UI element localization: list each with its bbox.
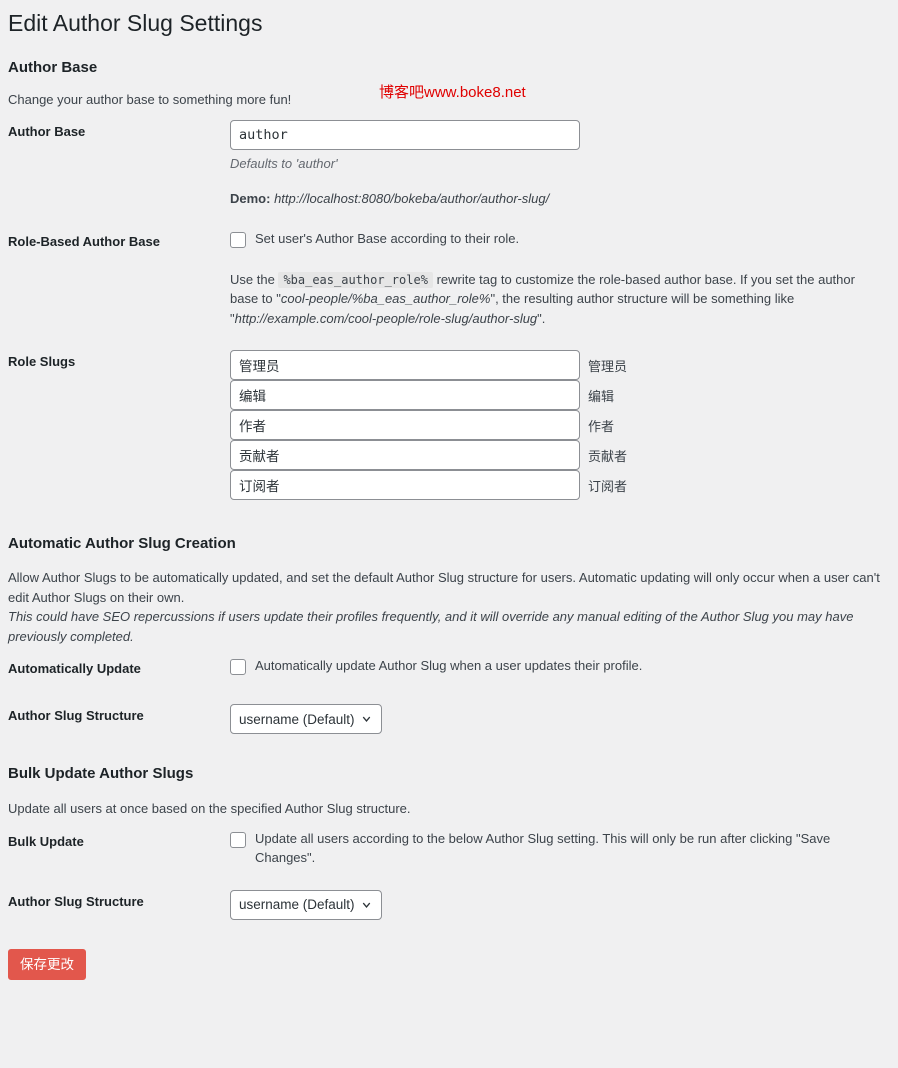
helper-prefix: Use the [230,271,275,287]
role-slug-input[interactable] [230,410,580,441]
automatic-heading: Automatic Author Slug Creation [8,535,236,553]
role-slug-row: 贡献者 [230,440,880,471]
page-title: Edit Author Slug Settings [8,10,263,36]
bulk-section: Bulk Update Author Slugs Update all user… [8,745,890,819]
automatic-structure-row: Author Slug Structure username (Default) [8,693,890,745]
bulk-update-field-label: Bulk Update [8,833,84,849]
bulk-structure-row: Author Slug Structure username (Default) [8,879,890,931]
role-slug-name: 贡献者 [588,449,628,465]
bulk-update-row: Bulk Update Update all users according t… [8,819,890,879]
bulk-form: Bulk Update Update all users according t… [8,819,890,931]
automatic-structure-select[interactable]: username (Default) [230,704,382,735]
role-based-helper-text: Use the %ba_eas_author_role% rewrite tag… [230,270,880,329]
bulk-structure-field-cell: username (Default) [230,879,890,931]
bulk-structure-field-label: Author Slug Structure [8,893,144,909]
automatic-form: Automatically Update Automatically updat… [8,646,890,745]
automatic-section: Automatic Author Slug Creation Allow Aut… [8,511,890,646]
role-slugs-field-label: Role Slugs [8,354,76,370]
automatically-update-checkbox-row[interactable]: Automatically update Author Slug when a … [230,657,880,676]
role-based-checkbox-row[interactable]: Set user's Author Base according to thei… [230,230,880,249]
author-base-input[interactable] [230,120,580,151]
watermark-text: 博客吧www.boke8.net [379,84,526,101]
automatic-structure-field-cell: username (Default) [230,693,890,745]
role-based-author-base-row: Role-Based Author Base Set user's Author… [8,219,890,339]
role-slug-row: 作者 [230,410,880,441]
bulk-update-checkbox-row[interactable]: Update all users according to the below … [230,830,880,868]
role-slug-name: 编辑 [588,389,615,405]
bulk-update-checkbox[interactable] [230,831,246,848]
automatically-update-field-cell: Automatically update Author Slug when a … [230,646,890,693]
automatically-update-row: Automatically Update Automatically updat… [8,646,890,693]
role-slug-input[interactable] [230,470,580,501]
bulk-description: Update all users at once based on the sp… [8,801,411,817]
role-based-checkbox-label: Set user's Author Base according to thei… [255,231,520,247]
author-base-field-cell: Defaults to 'author' Demo: http://localh… [230,109,890,219]
automatically-update-checkbox-label: Automatically update Author Slug when a … [255,658,643,674]
role-slug-row: 订阅者 [230,470,880,501]
role-slug-name: 作者 [588,419,615,435]
role-slugs-list: 管理员编辑作者贡献者订阅者 [230,350,880,501]
demo-label: Demo: [230,190,271,206]
settings-page: Edit Author Slug Settings 博客吧www.boke8.n… [0,0,898,1068]
bulk-structure-select[interactable]: username (Default) [230,889,382,920]
bulk-update-checkbox-label: Update all users according to the below … [255,830,831,865]
role-slug-row: 编辑 [230,380,880,411]
author-base-demo: Demo: http://localhost:8080/bokeba/autho… [230,190,880,208]
helper-example-base: cool-people/%ba_eas_author_role% [280,291,491,307]
automatic-structure-select-wrap[interactable]: username (Default) [230,704,382,735]
role-slug-name: 管理员 [588,359,628,375]
rewrite-tag-code: %ba_eas_author_role% [278,271,433,288]
bulk-structure-select-wrap[interactable]: username (Default) [230,889,382,920]
author-base-form: Author Base Defaults to 'author' Demo: h… [8,109,890,511]
author-base-heading: Author Base [8,58,98,76]
role-slug-row: 管理员 [230,350,880,381]
bulk-update-field-cell: Update all users according to the below … [230,819,890,879]
automatic-description-2: This could have SEO repercussions if use… [8,609,854,644]
role-based-field-cell: Set user's Author Base according to thei… [230,219,890,339]
role-slug-name: 订阅者 [588,479,628,495]
bulk-heading: Bulk Update Author Slugs [8,765,194,783]
automatic-structure-field-label: Author Slug Structure [8,708,144,724]
author-base-input-description: Defaults to 'author' [230,156,338,172]
role-based-checkbox[interactable] [230,232,246,249]
automatic-description-1: Allow Author Slugs to be automatically u… [8,570,880,605]
demo-url: http://localhost:8080/bokeba/author/auth… [274,190,550,206]
automatically-update-field-label: Automatically Update [8,661,141,677]
role-based-field-label: Role-Based Author Base [8,234,160,250]
helper-suffix: ". [537,310,546,326]
role-slugs-row: Role Slugs 管理员编辑作者贡献者订阅者 [8,339,890,511]
role-slug-input[interactable] [230,440,580,471]
submit-area: 保存更改 [8,931,890,980]
role-slug-input[interactable] [230,380,580,411]
author-base-row: Author Base Defaults to 'author' Demo: h… [8,109,890,219]
helper-example-url: http://example.com/cool-people/role-slug… [234,310,538,326]
role-slug-input[interactable] [230,350,580,381]
author-base-field-label: Author Base [8,124,86,140]
role-slugs-field-cell: 管理员编辑作者贡献者订阅者 [230,339,890,511]
save-changes-button[interactable]: 保存更改 [8,948,86,980]
automatically-update-checkbox[interactable] [230,659,246,676]
